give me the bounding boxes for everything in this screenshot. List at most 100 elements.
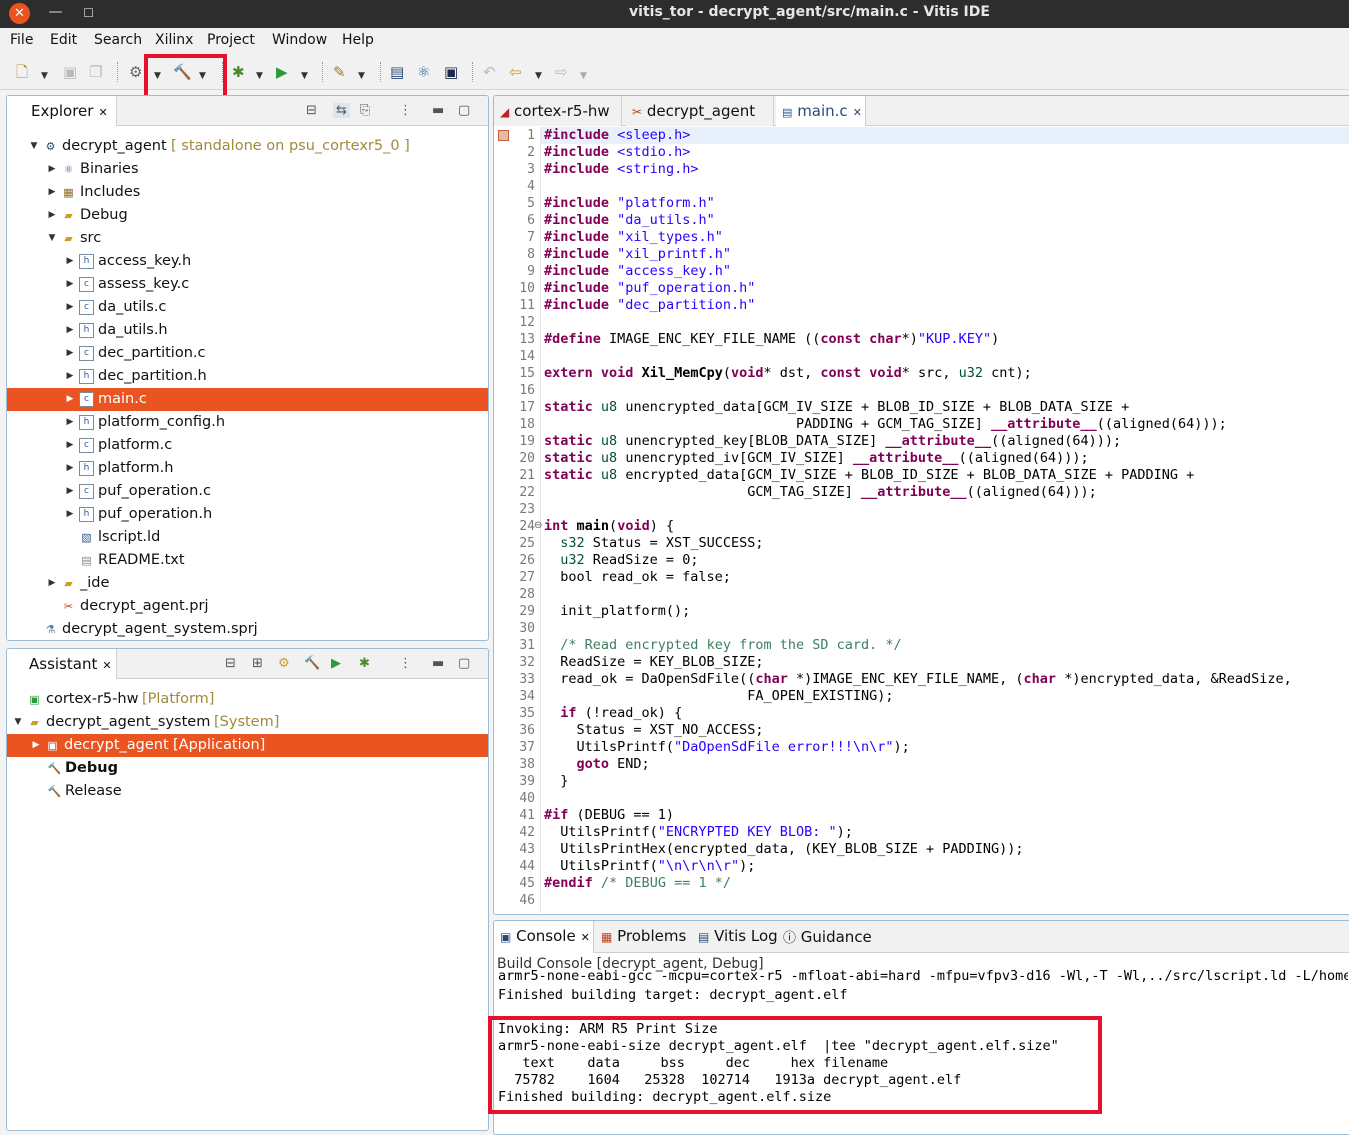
- forward-arrow-icon[interactable]: ⇨: [555, 63, 568, 81]
- hammer-icon[interactable]: 🔨: [304, 656, 320, 671]
- tab-explorer[interactable]: Explorer ✕: [7, 96, 117, 126]
- program-device-icon[interactable]: ✎: [333, 63, 346, 81]
- menu-project[interactable]: Project: [207, 32, 255, 48]
- debug-dropdown-icon[interactable]: ▼: [256, 67, 263, 85]
- collapse-arrow-icon[interactable]: ▼: [47, 227, 57, 250]
- explorer-item[interactable]: ▶ h platform.h: [7, 457, 488, 480]
- expand-arrow-icon[interactable]: ▶: [65, 388, 75, 411]
- explorer-item[interactable]: ▼ ⚙ decrypt_agent[ standalone on psu_corte…: [7, 135, 488, 158]
- expand-arrow-icon[interactable]: ▶: [65, 365, 75, 388]
- explorer-item[interactable]: ▶ c da_utils.c: [7, 296, 488, 319]
- menu-edit[interactable]: Edit: [50, 32, 77, 48]
- terminal-icon[interactable]: ▤: [390, 63, 404, 81]
- menu-window[interactable]: Window: [272, 32, 327, 48]
- close-icon[interactable]: ✕: [581, 931, 590, 944]
- new-dropdown-icon[interactable]: ▼: [41, 67, 48, 85]
- tab-console[interactable]: ▣ Console ✕: [494, 921, 594, 953]
- close-icon[interactable]: ✕: [98, 106, 107, 119]
- explorer-item[interactable]: ▶ ▦ Includes: [7, 181, 488, 204]
- assistant-item[interactable]: ▼ ▰ decrypt_agent_system [System]: [7, 711, 488, 734]
- link-editor-icon[interactable]: ⇆: [333, 103, 350, 118]
- collapse-all-icon[interactable]: ⊟: [306, 103, 317, 118]
- forward-dropdown-icon[interactable]: ▼: [580, 67, 587, 85]
- collapse-arrow-icon[interactable]: ▼: [29, 135, 39, 158]
- explorer-item[interactable]: ▼ ▰ src: [7, 227, 488, 250]
- fold-toggle-icon[interactable]: ⊖: [534, 520, 542, 531]
- explorer-item[interactable]: ▶ c assess_key.c: [7, 273, 488, 296]
- menu-file[interactable]: File: [10, 32, 33, 48]
- expand-arrow-icon[interactable]: ▶: [65, 480, 75, 503]
- explorer-item[interactable]: ▶ h access_key.h: [7, 250, 488, 273]
- save-all-icon[interactable]: ❐: [89, 63, 102, 81]
- minimize-view-icon[interactable]: ▬: [432, 656, 444, 671]
- expand-arrow-icon[interactable]: ▶: [65, 273, 75, 296]
- close-icon[interactable]: ✕: [102, 659, 111, 672]
- debug-icon[interactable]: ✱: [359, 656, 370, 671]
- build-config-icon[interactable]: ⚙: [129, 63, 142, 81]
- tab-guidance[interactable]: ⓘ Guidance: [777, 921, 873, 951]
- view-menu-icon[interactable]: ⋮: [399, 656, 412, 671]
- tab-vitis-log[interactable]: ▤ Vitis Log: [692, 921, 778, 951]
- collapse-icon[interactable]: ⊟: [225, 656, 236, 671]
- run-icon[interactable]: ▶: [331, 656, 341, 671]
- minimize-view-icon[interactable]: ▬: [432, 103, 444, 118]
- explorer-item[interactable]: ▶ c main.c: [7, 388, 488, 411]
- expand-arrow-icon[interactable]: ▶: [47, 572, 57, 595]
- explorer-item[interactable]: ▶ ▰ _ide: [7, 572, 488, 595]
- expand-arrow-icon[interactable]: ▶: [65, 296, 75, 319]
- menu-help[interactable]: Help: [342, 32, 374, 48]
- expand-icon[interactable]: ⊞: [252, 656, 263, 671]
- expand-arrow-icon[interactable]: ▶: [47, 158, 57, 181]
- expand-arrow-icon[interactable]: ▶: [65, 250, 75, 273]
- filter-icon[interactable]: ⎘: [360, 103, 370, 118]
- explorer-item[interactable]: ▶ ⚛ Binaries: [7, 158, 488, 181]
- run-dropdown-icon[interactable]: ▼: [301, 67, 308, 85]
- explorer-item[interactable]: ▶ h dec_partition.h: [7, 365, 488, 388]
- explorer-item[interactable]: ▶ c platform.c: [7, 434, 488, 457]
- maximize-view-icon[interactable]: ▢: [458, 656, 470, 671]
- expand-arrow-icon[interactable]: ▶: [65, 434, 75, 457]
- menu-search[interactable]: Search: [94, 32, 142, 48]
- code-content[interactable]: #include <sleep.h> #include <stdio.h> #i…: [544, 127, 1292, 892]
- program-dropdown-icon[interactable]: ▼: [358, 67, 365, 85]
- explorer-item[interactable]: ▶ c dec_partition.c: [7, 342, 488, 365]
- view-menu-icon[interactable]: ⋮: [399, 103, 412, 118]
- last-edit-icon[interactable]: ↶: [483, 63, 496, 81]
- expand-arrow-icon[interactable]: ▶: [65, 342, 75, 365]
- explorer-item[interactable]: ▧ lscript.ld: [7, 526, 488, 549]
- assistant-item[interactable]: ▣ cortex-r5-hw [Platform]: [7, 688, 488, 711]
- debug-icon[interactable]: ✱: [232, 63, 245, 81]
- tab-assistant[interactable]: Assistant ✕: [7, 649, 117, 679]
- tab-main-c[interactable]: ▤ main.c ✕: [776, 96, 866, 126]
- tab-problems[interactable]: ▦ Problems: [595, 921, 691, 951]
- code-editor[interactable]: 1 2 3 4 5 6 7 8 9 10 11 12 13 14 15 16 17 18 19 20 21 22 23 24 2…: [495, 127, 1349, 913]
- assistant-item[interactable]: ▶ ▣ decrypt_agent [Application]: [7, 734, 488, 757]
- collapse-arrow-icon[interactable]: ▼: [13, 711, 23, 734]
- expand-arrow-icon[interactable]: ▶: [65, 319, 75, 342]
- explorer-item[interactable]: ✂ decrypt_agent.prj: [7, 595, 488, 618]
- explorer-item[interactable]: ▶ h da_utils.h: [7, 319, 488, 342]
- new-icon[interactable]: 🗋: [16, 63, 28, 81]
- maximize-view-icon[interactable]: ▢: [458, 103, 470, 118]
- settings-gear-icon[interactable]: ⚙: [278, 656, 290, 671]
- expand-arrow-icon[interactable]: ▶: [65, 457, 75, 480]
- expand-arrow-icon[interactable]: ▶: [47, 181, 57, 204]
- explorer-item[interactable]: ▶ c puf_operation.c: [7, 480, 488, 503]
- explorer-item[interactable]: ▶ h platform_config.h: [7, 411, 488, 434]
- explorer-item[interactable]: ▤ README.txt: [7, 549, 488, 572]
- close-icon[interactable]: ✕: [853, 106, 862, 119]
- explorer-item[interactable]: ▶ h puf_operation.h: [7, 503, 488, 526]
- explorer-item[interactable]: ▶ ▰ Debug: [7, 204, 488, 227]
- run-icon[interactable]: ▶: [276, 63, 288, 81]
- explorer-item[interactable]: ⚗ decrypt_agent_system.sprj: [7, 618, 488, 640]
- expand-arrow-icon[interactable]: ▶: [65, 411, 75, 434]
- assistant-item[interactable]: 🔨 Debug: [7, 757, 488, 780]
- back-arrow-icon[interactable]: ⇦: [509, 63, 522, 81]
- tab-cortex-r5-hw[interactable]: ◢ cortex-r5-hw: [494, 96, 622, 126]
- expand-arrow-icon[interactable]: ▶: [65, 503, 75, 526]
- back-dropdown-icon[interactable]: ▼: [535, 67, 542, 85]
- menu-xilinx[interactable]: Xilinx: [155, 32, 193, 48]
- assistant-item[interactable]: 🔨 Release: [7, 780, 488, 803]
- expand-arrow-icon[interactable]: ▶: [47, 204, 57, 227]
- console-view-icon[interactable]: ▣: [444, 63, 458, 81]
